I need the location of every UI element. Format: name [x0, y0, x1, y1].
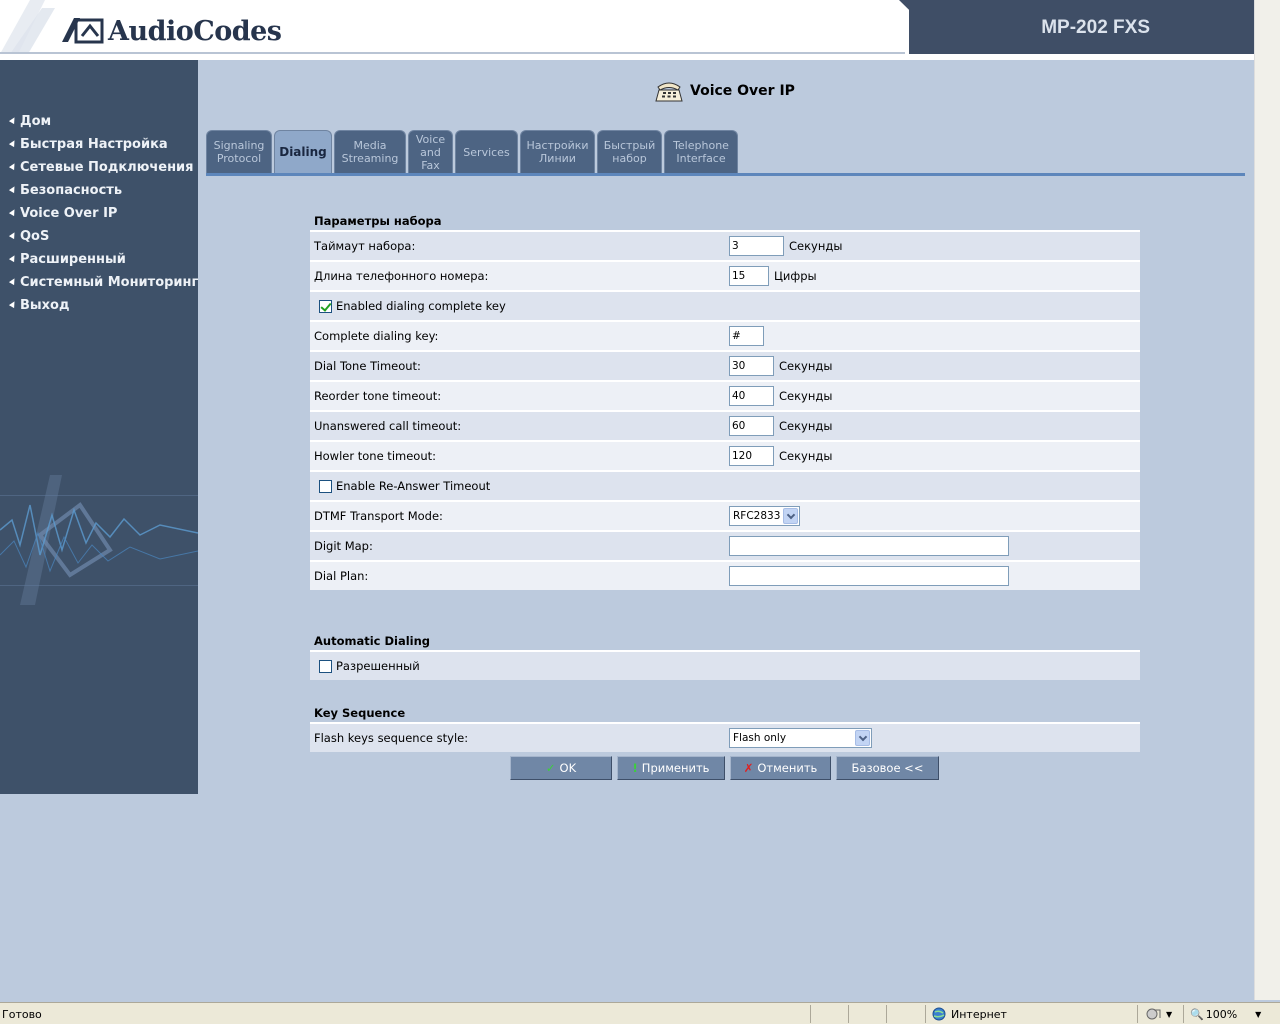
dialing-form: Таймаут набора: Секунды Длина телефонног…: [310, 230, 1140, 590]
privacy-menu[interactable]: ▼: [1146, 1006, 1172, 1022]
reanswer-timeout-checkbox[interactable]: [319, 479, 332, 493]
row-dial-tone-timeout: Dial Tone Timeout: Секунды: [310, 350, 1140, 380]
sidebar-item-voice-over-ip[interactable]: Voice Over IP: [8, 204, 198, 227]
dial-plan-input[interactable]: [729, 566, 1009, 586]
sidebar-item-security[interactable]: Безопасность: [8, 181, 198, 204]
row-digit-map: Digit Map:: [310, 530, 1140, 560]
check-icon: ✓: [545, 761, 556, 775]
row-flash-style: Flash keys sequence style: Flash only: [310, 722, 1140, 752]
tab-speed-dial[interactable]: Быстрый набор: [597, 130, 662, 173]
sidebar-item-logout[interactable]: Выход: [8, 296, 198, 319]
section-title-key-sequence: Key Sequence: [314, 706, 406, 720]
auto-dialing-checkbox[interactable]: [319, 659, 332, 673]
cancel-button[interactable]: ✗ Отменить: [730, 756, 831, 780]
chevron-down-icon: [855, 730, 870, 746]
device-model: MP-202 FXS: [1041, 17, 1150, 38]
row-reanswer-enabled: Enable Re-Answer Timeout: [310, 470, 1140, 500]
cross-icon: ✗: [743, 761, 754, 775]
basic-view-button[interactable]: Базовое <<: [836, 756, 939, 780]
key-sequence-form: Flash keys sequence style: Flash only: [310, 722, 1140, 752]
flash-style-select[interactable]: Flash only: [729, 728, 872, 748]
tab-voice-and-fax[interactable]: Voice and Fax: [408, 130, 453, 173]
row-dtmf-mode: DTMF Transport Mode: RFC2833: [310, 500, 1140, 530]
privacy-icon: [1146, 1008, 1161, 1020]
complete-key-input[interactable]: [729, 326, 764, 346]
section-title-dialing: Параметры набора: [314, 214, 442, 228]
globe-icon: [932, 1007, 946, 1021]
logo-text: AudioCodes: [108, 16, 282, 47]
dial-tone-timeout-input[interactable]: [729, 356, 774, 376]
sidebar-item-network-connections[interactable]: Сетевые Подключения: [8, 158, 198, 181]
chevron-down-icon: ▼: [1255, 1009, 1262, 1019]
tab-services[interactable]: Services: [455, 130, 518, 173]
browser-status-bar: Готово Интернет ▼ 🔍 100% ▼: [0, 1002, 1280, 1024]
sidebar-item-system-monitoring[interactable]: Системный Мониторинг: [8, 273, 198, 296]
row-dial-timeout: Таймаут набора: Секунды: [310, 230, 1140, 260]
page-title: Voice Over IP: [654, 78, 795, 104]
zoom-icon: 🔍: [1190, 1007, 1204, 1021]
bullet-icon: [8, 230, 18, 240]
row-dial-plan: Dial Plan:: [310, 560, 1140, 590]
bullet-icon: [8, 138, 18, 148]
tab-telephone-interface[interactable]: Telephone Interface: [664, 130, 738, 173]
unanswered-timeout-input[interactable]: [729, 416, 774, 436]
howler-timeout-input[interactable]: [729, 446, 774, 466]
sidebar-item-advanced[interactable]: Расширенный: [8, 250, 198, 273]
window-scroll-strip: [1254, 0, 1280, 1000]
tab-dialing[interactable]: Dialing: [274, 130, 332, 173]
reorder-timeout-input[interactable]: [729, 386, 774, 406]
ok-button[interactable]: ✓ OK: [510, 756, 612, 780]
tab-signaling-protocol[interactable]: Signaling Protocol: [206, 130, 272, 173]
sidebar-nav: Дом Быстрая Настройка Сетевые Подключени…: [0, 60, 198, 319]
section-title-automatic-dialing: Automatic Dialing: [314, 634, 431, 648]
sidebar-item-qos[interactable]: QoS: [8, 227, 198, 250]
tab-media-streaming[interactable]: Media Streaming: [334, 130, 406, 173]
number-length-input[interactable]: [729, 266, 769, 286]
tab-bar: Signaling Protocol Dialing Media Streaming…: [206, 130, 740, 173]
complete-key-enabled-checkbox[interactable]: [319, 299, 332, 313]
row-unanswered-timeout: Unanswered call timeout: Секунды: [310, 410, 1140, 440]
row-auto-dialing-enabled: Разрешенный: [310, 650, 1140, 680]
sidebar-item-quick-setup[interactable]: Быстрая Настройка: [8, 135, 198, 158]
sidebar-item-home[interactable]: Дом: [8, 112, 198, 135]
digit-map-input[interactable]: [729, 536, 1009, 556]
dial-timeout-input[interactable]: [729, 236, 784, 256]
apply-button[interactable]: ! Применить: [617, 756, 725, 780]
audiocodes-logo-icon: [58, 14, 104, 44]
chevron-down-icon: ▼: [1166, 1009, 1173, 1019]
sidebar: Дом Быстрая Настройка Сетевые Подключени…: [0, 60, 198, 794]
exclamation-icon: !: [632, 761, 638, 775]
row-reorder-timeout: Reorder tone timeout: Секунды: [310, 380, 1140, 410]
bullet-icon: [8, 184, 18, 194]
bullet-icon: [8, 115, 18, 125]
row-complete-key: Complete dialing key:: [310, 320, 1140, 350]
chevron-down-icon: [783, 508, 798, 524]
bullet-icon: [8, 276, 18, 286]
row-number-length: Длина телефонного номера: Цифры: [310, 260, 1140, 290]
button-bar: ✓ OK ! Применить ✗ Отменить Базовое <<: [510, 756, 944, 780]
automatic-dialing-form: Разрешенный: [310, 650, 1140, 680]
tab-line-settings[interactable]: Настройки Линии: [520, 130, 595, 173]
dtmf-mode-select[interactable]: RFC2833: [729, 506, 800, 526]
bullet-icon: [8, 161, 18, 171]
zoom-control[interactable]: 🔍 100% ▼: [1190, 1006, 1261, 1022]
bullet-icon: [8, 299, 18, 309]
bullet-icon: [8, 253, 18, 263]
header: AudioCodes MP-202 FXS: [0, 0, 1254, 60]
status-text: Готово: [2, 1007, 42, 1021]
sidebar-decoration-icon: [0, 475, 198, 605]
bullet-icon: [8, 207, 18, 217]
row-complete-key-enabled: Enabled dialing complete key: [310, 290, 1140, 320]
security-zone: Интернет: [932, 1006, 1007, 1022]
row-howler-timeout: Howler tone timeout: Секунды: [310, 440, 1140, 470]
phone-icon: [655, 82, 683, 102]
tab-underline: [206, 173, 1245, 176]
